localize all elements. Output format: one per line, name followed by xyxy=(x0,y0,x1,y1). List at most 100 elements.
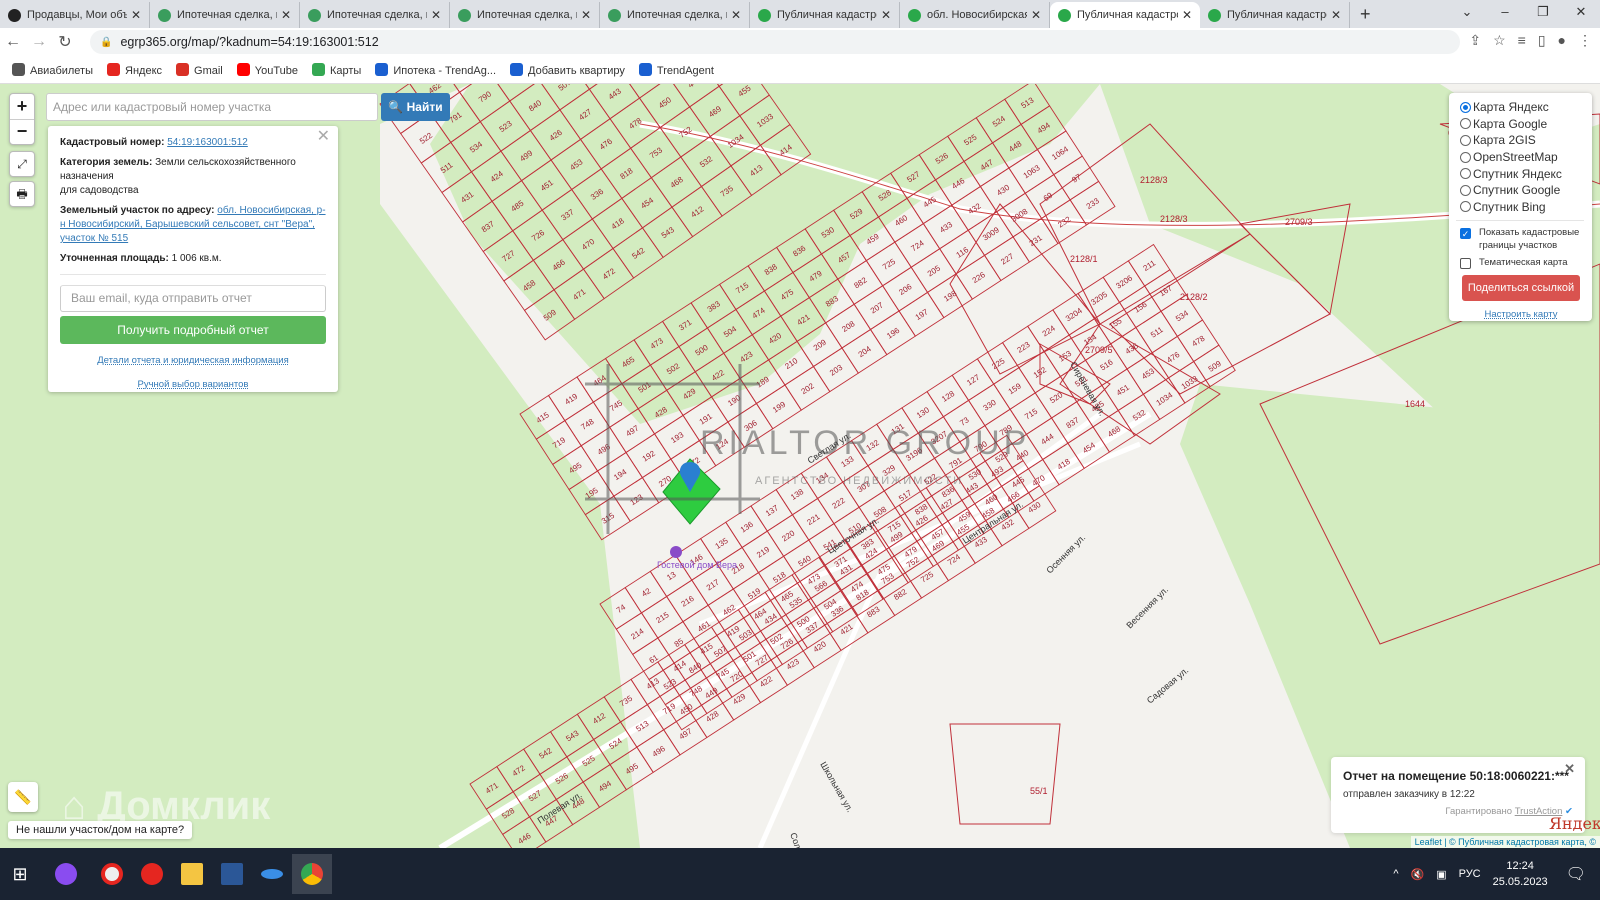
volume-muted-icon[interactable]: 🔇 xyxy=(1410,868,1424,881)
new-tab-button[interactable]: + xyxy=(1350,2,1381,28)
back-icon[interactable]: ← xyxy=(0,33,26,51)
tab-close-icon[interactable]: ✕ xyxy=(1182,8,1192,22)
parcel-label: 216 xyxy=(680,594,697,609)
reload-icon[interactable]: ↻ xyxy=(52,32,78,52)
close-window-button[interactable]: ✕ xyxy=(1562,0,1600,26)
not-found-button[interactable]: Не нашли участок/дом на карте? xyxy=(8,821,193,839)
menu-icon[interactable]: ⋮ xyxy=(1578,32,1592,49)
print-button[interactable]: 🖶 xyxy=(9,181,35,207)
search-input[interactable]: Адрес или кадастровый номер участка xyxy=(46,93,378,121)
layer-option[interactable]: OpenStreetMap xyxy=(1460,149,1592,166)
yandex-browser-app[interactable] xyxy=(92,854,132,894)
bookmark-item[interactable]: Gmail xyxy=(176,62,223,77)
tab-close-icon[interactable]: ✕ xyxy=(881,8,891,22)
big-parcel[interactable] xyxy=(949,723,1061,825)
url-input[interactable]: 🔒 egrp365.org/map/?kadnum=54:19:163001:51… xyxy=(90,30,1460,54)
yandex-app[interactable] xyxy=(132,854,172,894)
layer-option[interactable]: Спутник Google xyxy=(1460,182,1592,199)
bookmark-item[interactable]: Авиабилеты xyxy=(12,62,93,77)
parcel-label: 532 xyxy=(1131,408,1148,423)
layer-option[interactable]: Карта Google xyxy=(1460,116,1592,133)
get-report-button[interactable]: Получить подробный отчет xyxy=(60,316,326,344)
tab-close-icon[interactable]: ✕ xyxy=(581,8,591,22)
map-attribution[interactable]: Leaflet | © Публичная кадастровая карта,… xyxy=(1410,836,1600,848)
browser-tab[interactable]: Ипотечная сделка, вс ✕ xyxy=(300,2,450,28)
checkbox[interactable] xyxy=(1460,258,1471,270)
word-app[interactable] xyxy=(212,854,252,894)
browser-tab[interactable]: Продавцы, Мои объе ✕ xyxy=(0,2,150,28)
browser-tab[interactable]: Ипотечная сделка, вс ✕ xyxy=(450,2,600,28)
parcel-label: 429 xyxy=(731,691,748,706)
tab-close-icon[interactable]: ✕ xyxy=(431,8,441,22)
kad-number-link[interactable]: 54:19:163001:512 xyxy=(167,137,248,148)
ruler-button[interactable]: 📏 xyxy=(8,782,38,812)
bookmark-item[interactable]: YouTube xyxy=(236,62,298,77)
reading-list-icon[interactable]: ≡ xyxy=(1518,32,1526,49)
profile-icon[interactable]: ● xyxy=(1558,32,1566,49)
radio-button[interactable] xyxy=(1460,151,1471,163)
close-icon[interactable]: ✕ xyxy=(317,129,330,145)
language-indicator[interactable]: РУС xyxy=(1459,868,1481,880)
tab-close-icon[interactable]: ✕ xyxy=(281,8,291,22)
toast-close-icon[interactable]: ✕ xyxy=(1564,761,1575,777)
share-icon[interactable]: ⇪ xyxy=(1469,32,1481,49)
browser-tab[interactable]: обл. Новосибирская, ✕ xyxy=(900,2,1050,28)
configure-map-link[interactable]: Настроить карту xyxy=(1460,309,1582,320)
radio-button[interactable] xyxy=(1460,101,1471,113)
side-panel-icon[interactable]: ▯ xyxy=(1538,32,1546,49)
browser-tab[interactable]: Публичная кадастров ✕ xyxy=(750,2,900,28)
tab-close-icon[interactable]: ✕ xyxy=(1331,8,1341,22)
radio-button[interactable] xyxy=(1460,184,1471,196)
parcel-label: 209 xyxy=(812,337,829,352)
bookmark-item[interactable]: Карты xyxy=(311,62,361,77)
radio-button[interactable] xyxy=(1460,168,1471,180)
meet-icon[interactable]: ▣ xyxy=(1436,868,1446,881)
layer-option[interactable]: Спутник Яндекс xyxy=(1460,165,1592,182)
manual-select-link[interactable]: Ручной выбор вариантов xyxy=(60,378,326,392)
tray-chevron-icon[interactable]: ^ xyxy=(1393,868,1398,880)
tab-close-icon[interactable]: ✕ xyxy=(131,8,141,22)
bookmark-item[interactable]: TrendAgent xyxy=(638,62,714,77)
layer-option[interactable]: Спутник Bing xyxy=(1460,199,1592,216)
layer-option[interactable]: Карта 2GIS xyxy=(1460,132,1592,149)
forward-icon[interactable]: → xyxy=(26,33,52,51)
poi-label[interactable]: Гостевой дом Вера xyxy=(657,560,737,570)
tab-search-icon[interactable]: ⌄ xyxy=(1448,0,1486,26)
bookmark-item[interactable]: Яндекс xyxy=(107,62,162,77)
clock[interactable]: 12:24 25.05.2023 xyxy=(1493,858,1548,890)
guesthouse-icon[interactable] xyxy=(670,546,682,558)
explorer-app[interactable] xyxy=(172,854,212,894)
chrome-app[interactable] xyxy=(292,854,332,894)
restore-button[interactable]: ❐ xyxy=(1524,0,1562,26)
alice-app[interactable] xyxy=(46,854,86,894)
parcel-info-panel: ✕ Кадастровый номер: 54:19:163001:512 Ка… xyxy=(48,126,338,392)
show-borders-checkbox[interactable]: ✓ Показать кадастровые границы участков xyxy=(1460,226,1592,252)
bookmark-item[interactable]: Ипотека - TrendAg... xyxy=(375,62,496,77)
details-link[interactable]: Детали отчета и юридическая информация xyxy=(60,354,326,368)
bookmark-star-icon[interactable]: ☆ xyxy=(1493,32,1506,49)
radio-button[interactable] xyxy=(1460,201,1471,213)
share-link-button[interactable]: Поделиться ссылкой xyxy=(1462,275,1580,302)
zoom-out-button[interactable]: − xyxy=(10,120,34,145)
browser-tab[interactable]: Ипотечная сделка, вс ✕ xyxy=(600,2,750,28)
browser-tab[interactable]: Публичная кадастров ✕ xyxy=(1200,2,1350,28)
checkbox[interactable]: ✓ xyxy=(1460,228,1471,240)
radio-button[interactable] xyxy=(1460,118,1471,130)
tab-close-icon[interactable]: ✕ xyxy=(1031,8,1041,22)
app-7[interactable] xyxy=(252,854,292,894)
browser-tab[interactable]: Публичная кадастров ✕ xyxy=(1050,2,1200,28)
layer-option[interactable]: Карта Яндекс xyxy=(1460,99,1592,116)
email-input[interactable]: Ваш email, куда отправить отчет xyxy=(60,285,326,312)
notifications-icon[interactable]: 🗨 xyxy=(1566,864,1586,884)
find-button[interactable]: 🔍 Найти xyxy=(381,93,450,121)
tab-close-icon[interactable]: ✕ xyxy=(731,8,741,22)
fullscreen-button[interactable]: ⤢ xyxy=(9,151,35,177)
radio-button[interactable] xyxy=(1460,134,1471,146)
thematic-checkbox[interactable]: Тематическая карта xyxy=(1460,256,1592,270)
minimize-button[interactable]: – xyxy=(1486,0,1524,26)
start-button[interactable]: ⊞ xyxy=(0,854,40,894)
map[interactable]: 2128/3 2128/3 2128/1 2128/2 2709/3 2709/5 1644… xyxy=(0,84,1600,848)
zoom-in-button[interactable]: + xyxy=(10,94,34,120)
browser-tab[interactable]: Ипотечная сделка, вс ✕ xyxy=(150,2,300,28)
bookmark-item[interactable]: Добавить квартиру xyxy=(510,62,625,77)
